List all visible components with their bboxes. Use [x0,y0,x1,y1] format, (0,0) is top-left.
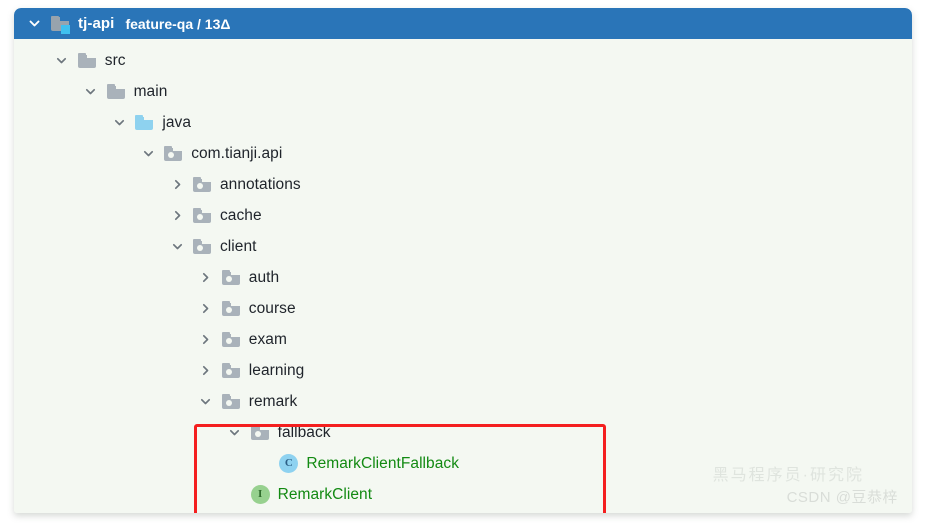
tree-row-label: annotations [220,175,301,193]
chevron-right-icon[interactable] [166,174,188,196]
tree-row[interactable]: fallback [224,417,331,448]
tree-row-label: course [248,299,296,317]
tree-row-label: main [133,82,168,100]
chevron-right-icon[interactable] [195,329,217,351]
source-root-folder-icon [135,115,154,130]
chevron-right-icon[interactable] [195,298,217,320]
watermark-csdn: CSDN @豆恭梓 [786,489,898,506]
tree-row-label: fallback [277,423,331,441]
tree-row-label: RemarkClient [277,485,373,503]
package-icon [193,208,211,223]
tree-row-label: auth [248,268,280,286]
chevron-down-icon[interactable] [51,50,73,72]
tree-row[interactable]: main [80,76,168,107]
tree-row-label: cache [220,206,262,224]
tree-row-label: exam [248,330,287,348]
tree-row[interactable]: src [51,45,126,76]
chevron-down-icon[interactable] [80,81,102,103]
tree-row[interactable]: annotations [166,169,301,200]
tree-row-label: com.tianji.api [191,144,283,162]
tree-row[interactable]: I RemarkClient [224,479,373,510]
chevron-down-icon[interactable] [195,391,217,413]
project-tool-window: tj-api feature-qa / 13Δ src main java com.t… [14,8,912,513]
project-name-label: tj-api [78,15,115,32]
tree-row[interactable]: java [108,107,191,138]
folder-icon [77,53,96,68]
tree-row-label: java [162,113,192,131]
chevron-down-icon[interactable] [166,236,188,258]
vcs-branch-label: feature-qa / 13Δ [125,15,231,32]
tree-row[interactable]: remark [195,386,298,417]
tree-row[interactable]: exam [195,324,287,355]
tree-row-label: RemarkClientFallback [306,454,459,472]
chevron-right-icon[interactable] [166,205,188,227]
tree-row[interactable]: learning [195,355,305,386]
tree-row[interactable]: client [166,231,256,262]
tree-row[interactable]: C RemarkClientFallback [252,448,459,479]
package-icon [221,332,240,347]
folder-icon [106,84,125,99]
package-icon [221,363,240,378]
chevron-down-icon[interactable] [137,143,159,165]
chevron-down-icon[interactable] [108,112,130,134]
project-header-bar[interactable]: tj-api feature-qa / 13Δ [14,8,912,39]
java-interface-icon: I [250,485,270,504]
project-folder-icon [51,15,70,34]
tree-row[interactable]: com.tianji.api [137,138,282,169]
package-icon [250,425,269,440]
tree-row-label: src [104,51,126,69]
package-icon [221,394,240,409]
package-icon [193,239,211,254]
tree-row-label: learning [248,361,305,379]
tree-row-label: client [220,237,257,255]
chevron-down-icon[interactable] [224,422,246,444]
chevron-right-icon[interactable] [195,360,217,382]
watermark-brand: 黑马程序员·研究院 [712,467,864,484]
chevron-right-icon[interactable] [195,267,217,289]
tree-row[interactable]: auth [195,262,279,293]
tree-row[interactable]: cache [166,200,262,231]
tree-row[interactable]: course [195,293,296,324]
package-icon [221,301,240,316]
chevron-down-icon[interactable] [24,14,44,34]
tree-row-label: remark [248,392,298,410]
package-icon [164,146,183,161]
project-tree[interactable]: src main java com.tianji.api annotations cach… [14,39,912,513]
package-icon [221,270,240,285]
package-icon [193,177,211,192]
java-class-icon: C [279,454,299,473]
